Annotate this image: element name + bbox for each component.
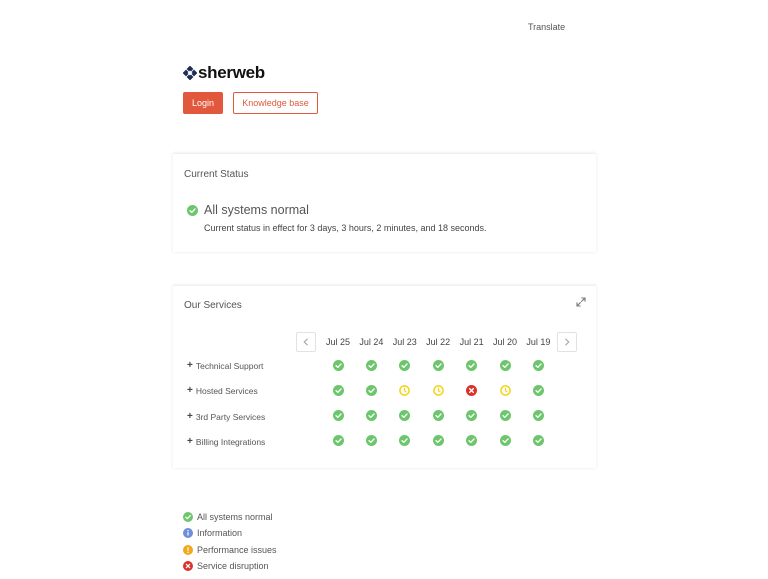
knowledge-base-button[interactable]: Knowledge base (233, 92, 318, 114)
services-card: Our Services Jul 25 Jul 24 Jul 23 Jul 22 Jul… (173, 285, 596, 468)
next-dates-button[interactable] (557, 332, 577, 352)
check-circle-icon[interactable] (365, 384, 377, 396)
service-name: Billing Integrations (195, 436, 266, 447)
check-circle-icon[interactable] (365, 435, 377, 447)
check-circle-icon[interactable] (532, 410, 544, 422)
check-circle-icon[interactable] (466, 410, 478, 422)
brand-logo[interactable]: sherweb (183, 64, 265, 81)
clock-warning-icon[interactable] (399, 384, 411, 396)
current-status-title: Current Status (184, 169, 249, 180)
status-headline: All systems normal (204, 203, 309, 217)
date-header: Jul 25 (325, 337, 351, 347)
login-button[interactable]: Login (183, 92, 223, 114)
clock-warning-icon[interactable] (432, 384, 444, 396)
date-header: Jul 22 (426, 337, 451, 347)
status-summary: All systems normal (187, 203, 309, 217)
date-header: Jul 19 (526, 337, 551, 347)
previous-dates-button[interactable] (296, 332, 316, 352)
date-header: Jul 23 (392, 337, 417, 347)
legend-label: Service disruption (197, 560, 269, 571)
services-title: Our Services (184, 300, 242, 311)
sherweb-logo-icon (183, 65, 197, 80)
check-circle-icon (187, 204, 198, 216)
check-circle-icon[interactable] (499, 410, 511, 422)
service-row-toggle[interactable]: +3rd Party Services (187, 410, 266, 422)
legend-item: Service disruption (183, 560, 269, 571)
plus-icon: + (187, 360, 193, 371)
check-circle-icon[interactable] (399, 359, 411, 371)
chevron-right-icon (565, 338, 570, 346)
x-circle-icon[interactable] (466, 384, 478, 396)
check-circle-icon[interactable] (466, 359, 478, 371)
clock-warning-icon[interactable] (499, 384, 511, 396)
info-circle-icon (183, 528, 193, 539)
legend-label: Information (197, 528, 243, 539)
check-circle-icon[interactable] (399, 435, 411, 447)
current-status-card: Current Status All systems normal Curren… (173, 153, 596, 252)
check-circle-icon[interactable] (499, 435, 511, 447)
service-row-toggle[interactable]: + Billing Integrations (187, 435, 266, 447)
legend-label: All systems normal (197, 512, 273, 522)
check-circle-icon[interactable] (532, 359, 544, 371)
service-row-toggle[interactable]: + Hosted Services (187, 385, 258, 397)
check-circle-icon[interactable] (399, 410, 411, 422)
exclamation-circle-icon (183, 544, 193, 555)
check-circle-icon[interactable] (332, 410, 344, 422)
check-circle-icon[interactable] (432, 410, 444, 422)
service-name: Technical Support (195, 361, 264, 371)
expand-icon[interactable] (576, 297, 586, 307)
check-circle-icon[interactable] (466, 435, 478, 447)
service-name: 3rd Party Services (195, 411, 266, 422)
check-circle-icon[interactable] (532, 384, 544, 396)
check-circle-icon (183, 512, 193, 522)
check-circle-icon[interactable] (432, 359, 444, 371)
date-header: Jul 24 (359, 337, 384, 347)
plus-icon: + (187, 435, 193, 447)
legend-item: Information (183, 528, 243, 539)
check-circle-icon[interactable] (532, 435, 544, 447)
check-circle-icon[interactable] (432, 435, 444, 447)
check-circle-icon[interactable] (332, 435, 344, 447)
check-circle-icon[interactable] (332, 384, 344, 396)
x-circle-icon (183, 560, 193, 571)
date-header: Jul 21 (459, 337, 484, 347)
check-circle-icon[interactable] (365, 359, 377, 371)
brand-name: sherweb (198, 63, 265, 82)
legend-item: All systems normal (183, 512, 273, 522)
plus-icon: + (187, 410, 193, 422)
check-circle-icon[interactable] (332, 359, 344, 371)
status-duration: Current status in effect for 3 days, 3 h… (204, 223, 487, 233)
date-header: Jul 20 (492, 337, 518, 347)
service-name: Hosted Services (195, 386, 258, 397)
legend-label: Performance issues (197, 544, 277, 555)
check-circle-icon[interactable] (365, 410, 377, 422)
legend-item: Performance issues (183, 544, 277, 555)
check-circle-icon[interactable] (499, 359, 511, 371)
translate-link[interactable]: Translate (528, 22, 565, 32)
plus-icon: + (187, 385, 193, 397)
service-row-toggle[interactable]: + Technical Support (187, 360, 264, 372)
status-page: Translate sherweb Login Knowledge base C… (0, 0, 768, 579)
chevron-left-icon (303, 338, 308, 346)
